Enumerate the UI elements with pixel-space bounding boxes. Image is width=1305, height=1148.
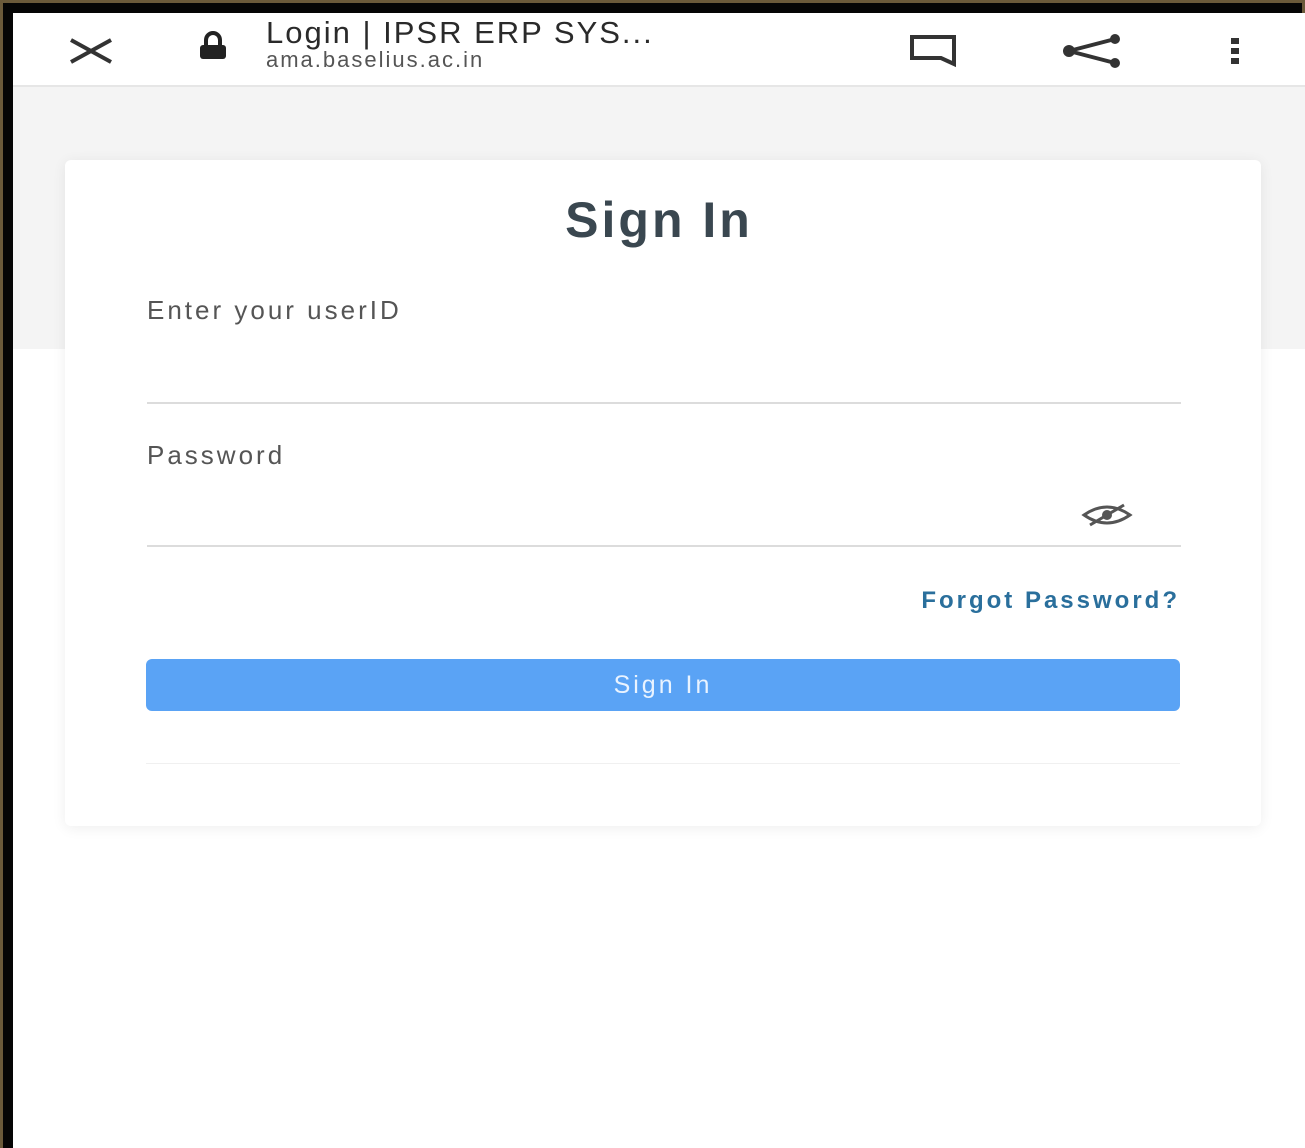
more-menu-button[interactable] [1213,21,1257,81]
more-vertical-icon [1231,38,1239,64]
eye-slash-icon [1081,503,1133,527]
card-divider [146,763,1180,764]
login-card [65,160,1261,826]
close-icon [70,38,112,64]
phone-screen: Login | IPSR ERP SYS... ama.baselius.ac.… [13,13,1305,1148]
userid-input[interactable] [147,362,1181,404]
forgot-password-link[interactable]: Forgot Password? [921,587,1180,615]
toggle-password-visibility-button[interactable] [1077,500,1137,530]
password-underline [147,545,1181,547]
share-button[interactable] [1058,21,1128,81]
page-url[interactable]: ama.baselius.ac.in [266,47,484,73]
userid-label: Enter your userID [147,295,402,325]
share-icon [1063,34,1120,68]
bookmark-button[interactable] [903,21,963,81]
close-tab-button[interactable] [61,21,121,81]
password-input[interactable] [147,505,1107,545]
password-label: Password [147,440,286,470]
lock-icon [198,27,228,67]
browser-toolbar: Login | IPSR ERP SYS... ama.baselius.ac.… [13,13,1305,87]
sign-in-heading: Sign In [565,192,753,248]
page-title[interactable]: Login | IPSR ERP SYS... [266,15,826,51]
sign-in-button[interactable]: Sign In [146,659,1180,711]
bookmark-icon [910,35,956,68]
